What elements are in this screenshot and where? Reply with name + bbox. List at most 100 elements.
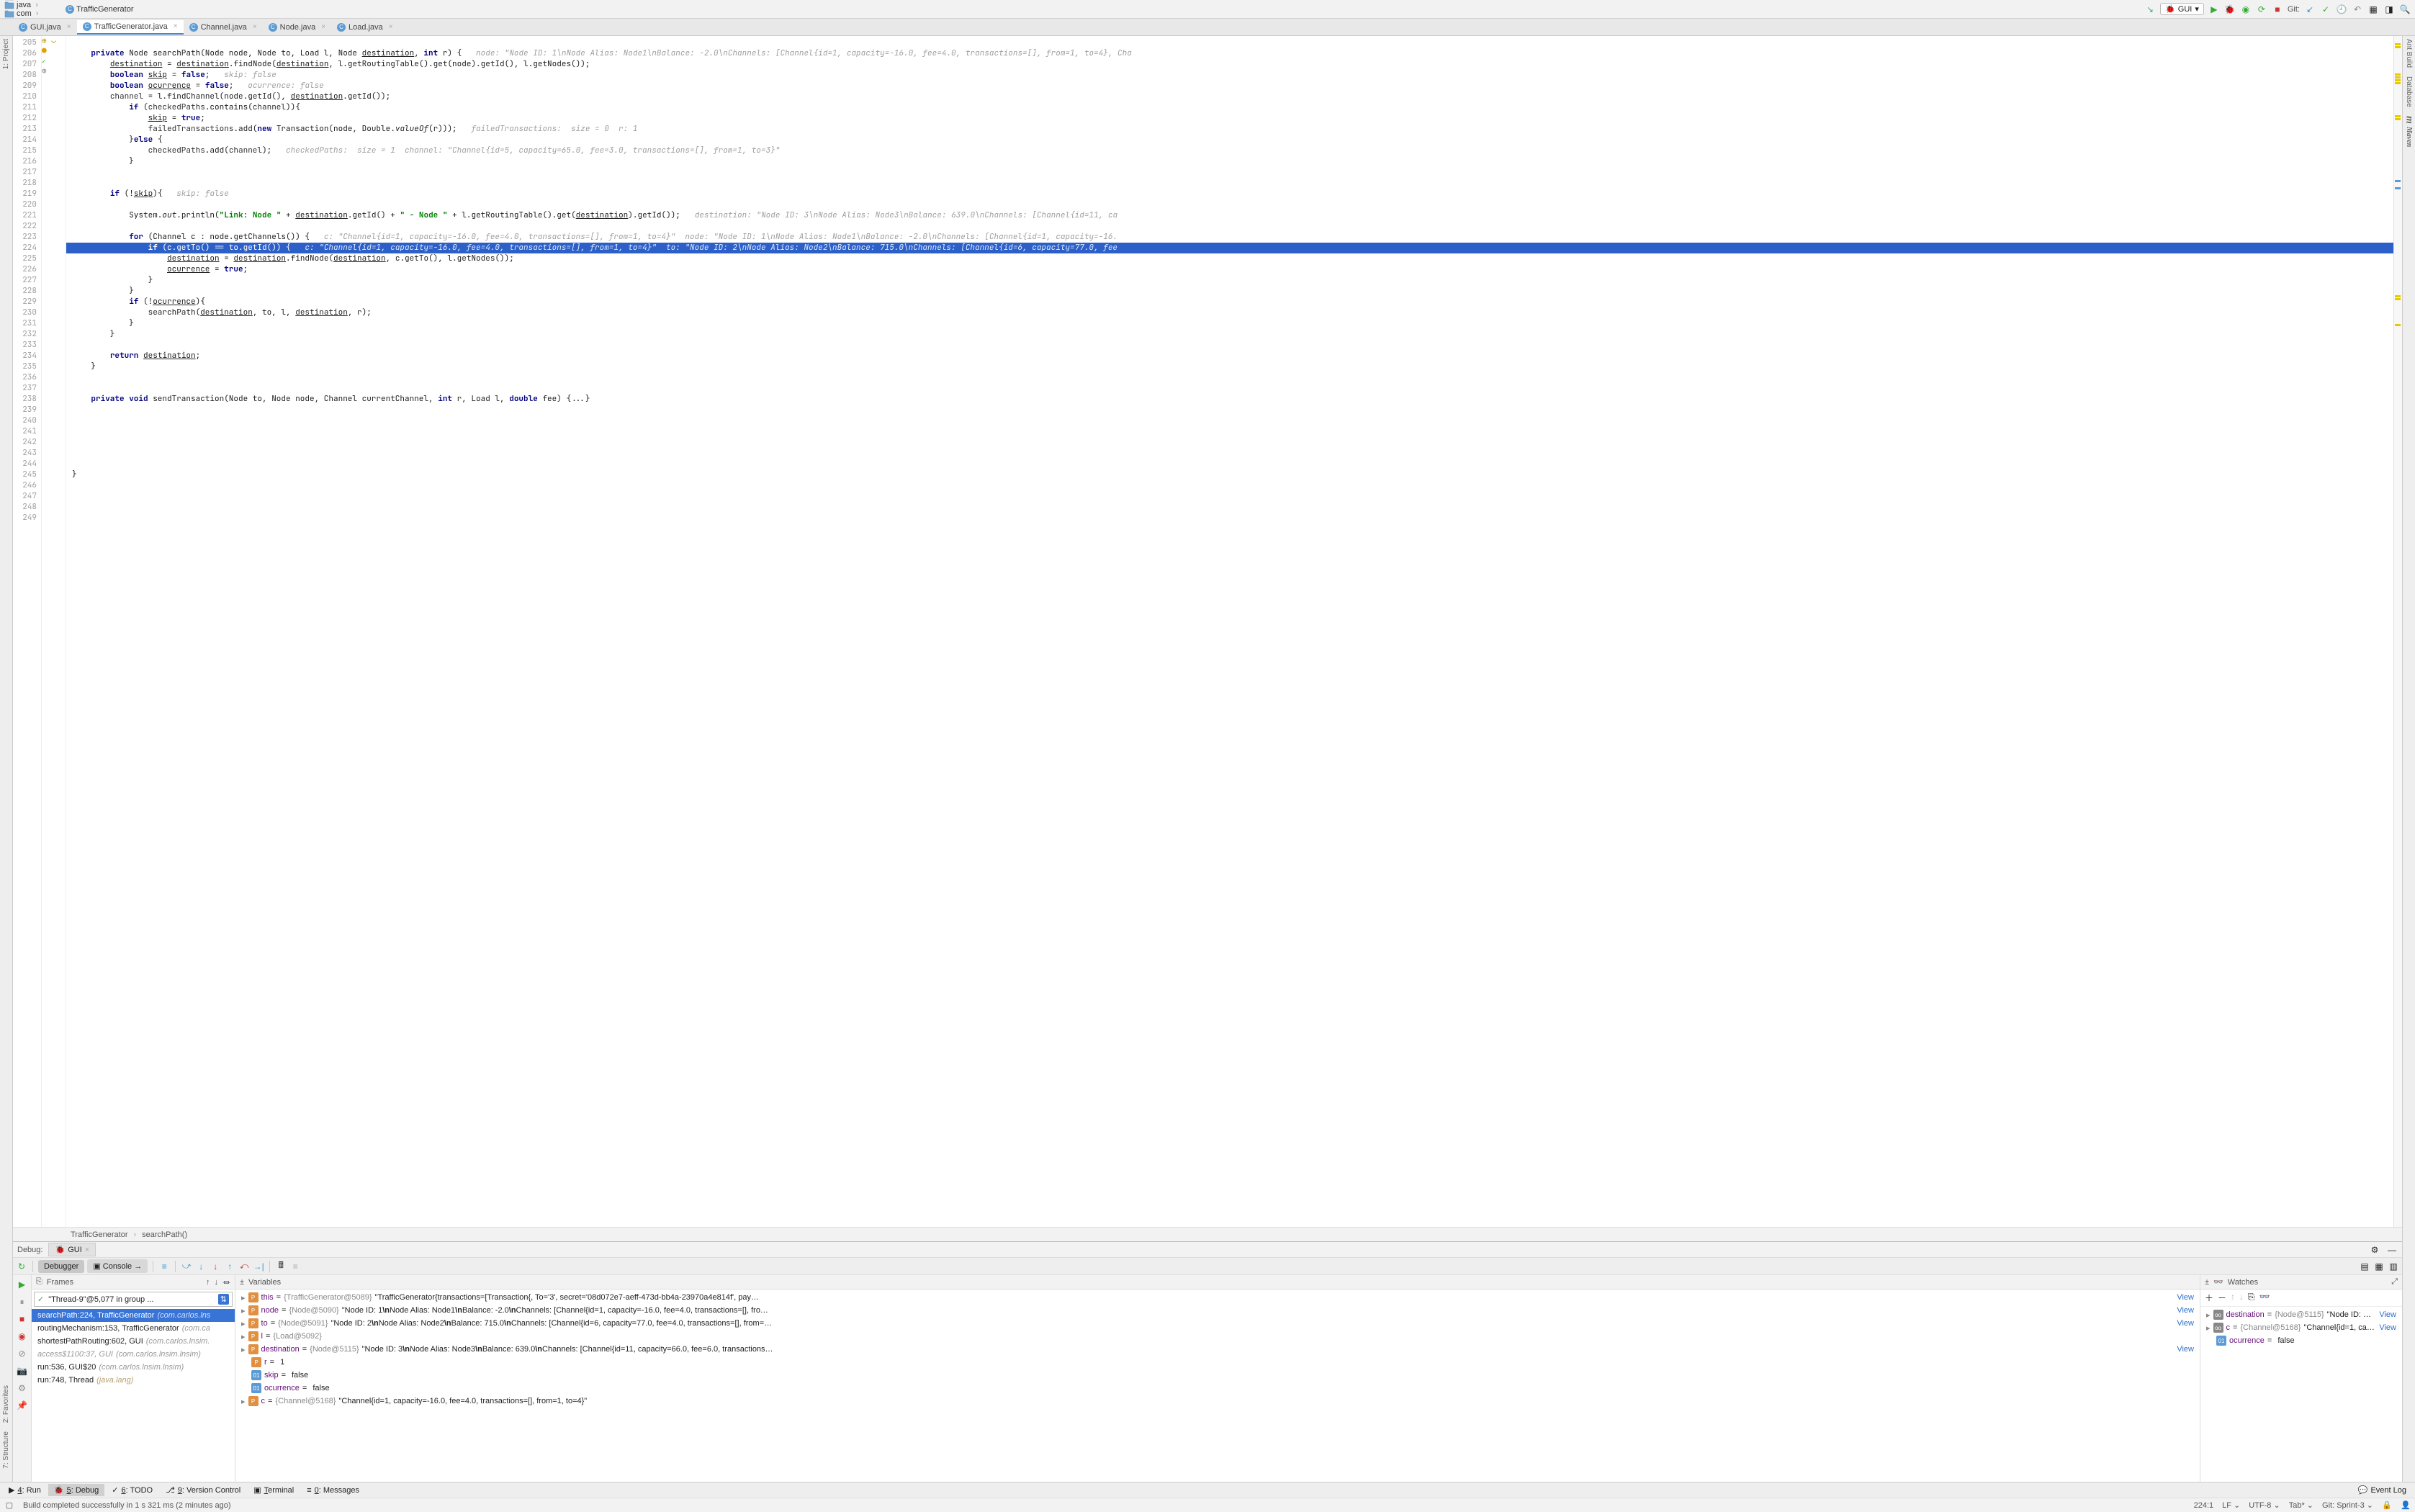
close-icon[interactable]: × bbox=[321, 23, 325, 31]
run-icon[interactable]: ▶ bbox=[2208, 4, 2220, 15]
git-revert-icon[interactable]: ↶ bbox=[2352, 4, 2363, 15]
structure-tool-button[interactable]: 7: Structure bbox=[2, 1431, 10, 1469]
editor-tab[interactable]: CGUI.java× bbox=[13, 21, 77, 34]
bottom-tab[interactable]: ▣Terminal bbox=[248, 1484, 300, 1496]
variable-row[interactable]: ▸P l = {Load@5092} bbox=[235, 1330, 2200, 1343]
bottom-tab[interactable]: 🐞5: Debug bbox=[48, 1484, 104, 1496]
view-link[interactable]: View bbox=[2177, 1293, 2194, 1302]
run-to-cursor-icon[interactable]: →| bbox=[253, 1261, 264, 1272]
breadcrumb-item[interactable]: java bbox=[4, 1, 63, 9]
lock-icon[interactable]: 🔒 bbox=[2382, 1500, 2392, 1511]
variable-row[interactable]: ▸P to = {Node@5091} "Node ID: 2\nNode Al… bbox=[235, 1317, 2200, 1330]
debug-session-tab[interactable]: 🐞 GUI × bbox=[48, 1243, 96, 1256]
code-editor[interactable]: 2052062072082092102112122132142152162172… bbox=[13, 36, 2402, 1227]
variable-row[interactable]: ▸P this = {TrafficGenerator@5089} "Traff… bbox=[235, 1291, 2200, 1304]
ide-settings-icon[interactable]: ▦ bbox=[2367, 4, 2379, 15]
frame-row[interactable]: routingMechanism:153, TrafficGenerator (… bbox=[32, 1322, 235, 1335]
rerun-icon[interactable]: ↻ bbox=[16, 1261, 27, 1272]
cursor-position[interactable]: 224:1 bbox=[2194, 1501, 2214, 1510]
git-update-icon[interactable]: ↙ bbox=[2304, 4, 2316, 15]
variable-row[interactable]: ▸oo c = {Channel@5168} "Channel{id=1, ca… bbox=[2200, 1321, 2402, 1334]
close-icon[interactable]: × bbox=[85, 1246, 89, 1254]
ide-layout-icon[interactable]: ◨ bbox=[2383, 4, 2395, 15]
frame-row[interactable]: shortestPathRouting:602, GUI (com.carlos… bbox=[32, 1335, 235, 1348]
breadcrumb-item[interactable]: com bbox=[4, 9, 63, 18]
dropdown-icon[interactable]: ⎘ bbox=[36, 1277, 42, 1287]
frame-row[interactable]: searchPath:224, TrafficGenerator (com.ca… bbox=[32, 1309, 235, 1322]
bottom-tab[interactable]: ✓6: TODO bbox=[106, 1484, 158, 1496]
view-link[interactable]: View bbox=[2177, 1306, 2194, 1315]
breadcrumb-class[interactable]: C TrafficGenerator bbox=[66, 5, 133, 14]
remove-watch-icon[interactable]: － bbox=[2218, 1292, 2226, 1304]
editor-tab[interactable]: CTrafficGenerator.java× bbox=[77, 20, 184, 35]
add-watch-icon[interactable]: ＋ bbox=[2205, 1292, 2213, 1304]
restore-icon[interactable]: ± bbox=[240, 1278, 244, 1287]
prev-frame-icon[interactable]: ↑ bbox=[206, 1278, 210, 1287]
database-button[interactable]: Database bbox=[2405, 76, 2413, 107]
variable-row[interactable]: ▸oo destination = {Node@5115} "Node ID: … bbox=[2200, 1308, 2402, 1321]
coverage-icon[interactable]: ◉ bbox=[2240, 4, 2252, 15]
evaluate-icon[interactable]: 🖩 bbox=[275, 1261, 287, 1272]
frame-row[interactable]: access$1100:37, GUI (com.carlos.lnsim.ln… bbox=[32, 1348, 235, 1361]
close-icon[interactable]: × bbox=[174, 22, 178, 30]
event-log-button[interactable]: 💬 Event Log bbox=[2352, 1484, 2412, 1496]
editor-tab[interactable]: CNode.java× bbox=[263, 21, 331, 34]
glasses-icon[interactable]: 👓 bbox=[2259, 1292, 2270, 1304]
editor-crumb-class[interactable]: TrafficGenerator bbox=[71, 1230, 127, 1239]
maven-button[interactable]: m Maven bbox=[2403, 116, 2415, 147]
settings-icon[interactable]: ⚙ bbox=[16, 1382, 29, 1395]
profile-icon[interactable]: ⟳ bbox=[2256, 4, 2267, 15]
debug-icon[interactable]: 🐞 bbox=[2224, 4, 2236, 15]
git-history-icon[interactable]: 🕘 bbox=[2336, 4, 2347, 15]
marker-strip[interactable] bbox=[2393, 36, 2402, 1227]
copy-icon[interactable]: ⎘ bbox=[2248, 1292, 2255, 1304]
project-tool-button[interactable]: 1: Project bbox=[2, 39, 10, 69]
layout2-icon[interactable]: ▦ bbox=[2373, 1261, 2385, 1272]
hammer-icon[interactable]: ↘ bbox=[2144, 4, 2156, 15]
trace-icon[interactable]: ≡ bbox=[289, 1261, 301, 1272]
step-over-icon[interactable]: ⤻ bbox=[181, 1261, 192, 1272]
pause-icon[interactable]: ⏸ bbox=[16, 1295, 29, 1308]
drop-frame-icon[interactable]: ⤺ bbox=[238, 1261, 250, 1272]
git-branch[interactable]: Git: Sprint-3 ⌄ bbox=[2322, 1500, 2373, 1510]
status-info-icon[interactable]: ▢ bbox=[4, 1500, 14, 1511]
next-frame-icon[interactable]: ↓ bbox=[215, 1278, 219, 1287]
expand-icon[interactable]: ⤢ bbox=[2391, 1277, 2398, 1287]
hector-icon[interactable]: 👤 bbox=[2401, 1500, 2411, 1511]
stop-icon[interactable]: ■ bbox=[2272, 4, 2283, 15]
gear-icon[interactable]: ⚙ bbox=[2369, 1244, 2380, 1256]
layout1-icon[interactable]: ▤ bbox=[2359, 1261, 2370, 1272]
variable-row[interactable]: 01 ocurrence = false bbox=[2200, 1334, 2402, 1347]
mute-breakpoints-icon[interactable]: ⊘ bbox=[16, 1347, 29, 1360]
thread-selector[interactable]: ✓ "Thread-9"@5,077 in group ... ⇅ bbox=[34, 1292, 233, 1307]
minimize-icon[interactable]: — bbox=[2386, 1244, 2398, 1256]
down-icon[interactable]: ↓ bbox=[2239, 1292, 2244, 1304]
view-link[interactable]: View bbox=[2379, 1310, 2396, 1319]
run-config-select[interactable]: 🐞 GUI ▾ bbox=[2160, 3, 2204, 15]
editor-tab[interactable]: CLoad.java× bbox=[331, 21, 399, 34]
debugger-tab[interactable]: Debugger bbox=[38, 1260, 84, 1273]
code-content[interactable]: private Node searchPath(Node node, Node … bbox=[66, 36, 2393, 1227]
search-icon[interactable]: 🔍 bbox=[2399, 4, 2411, 15]
resume-icon[interactable]: ▶ bbox=[16, 1278, 29, 1291]
variable-row[interactable]: P r = 1 bbox=[235, 1356, 2200, 1369]
editor-tab[interactable]: CChannel.java× bbox=[184, 21, 263, 34]
view-link[interactable]: View bbox=[2177, 1319, 2194, 1328]
console-tab[interactable]: ▣ Console → bbox=[87, 1259, 148, 1273]
view-link[interactable]: View bbox=[2379, 1323, 2396, 1332]
stop-icon[interactable]: ■ bbox=[16, 1313, 29, 1326]
layout3-icon[interactable]: ▥ bbox=[2388, 1261, 2399, 1272]
view-breakpoints-icon[interactable]: ◉ bbox=[16, 1330, 29, 1343]
step-out-icon[interactable]: ↑ bbox=[224, 1261, 235, 1272]
bottom-tab[interactable]: ⎇9: Version Control bbox=[160, 1484, 246, 1496]
variable-row[interactable]: 01 ocurrence = false bbox=[235, 1382, 2200, 1395]
force-step-into-icon[interactable]: ↓ bbox=[210, 1261, 221, 1272]
variable-row[interactable]: ▸P node = {Node@5090} "Node ID: 1\nNode … bbox=[235, 1304, 2200, 1317]
threads-icon[interactable]: ≡ bbox=[158, 1261, 170, 1272]
encoding[interactable]: UTF-8 ⌄ bbox=[2249, 1500, 2280, 1510]
variable-row[interactable]: 01 skip = false bbox=[235, 1369, 2200, 1382]
close-icon[interactable]: × bbox=[67, 23, 71, 31]
ant-build-button[interactable]: Ant Build bbox=[2405, 39, 2413, 68]
variable-row[interactable]: ▸P destination = {Node@5115} "Node ID: 3… bbox=[235, 1343, 2200, 1356]
step-into-icon[interactable]: ↓ bbox=[195, 1261, 207, 1272]
